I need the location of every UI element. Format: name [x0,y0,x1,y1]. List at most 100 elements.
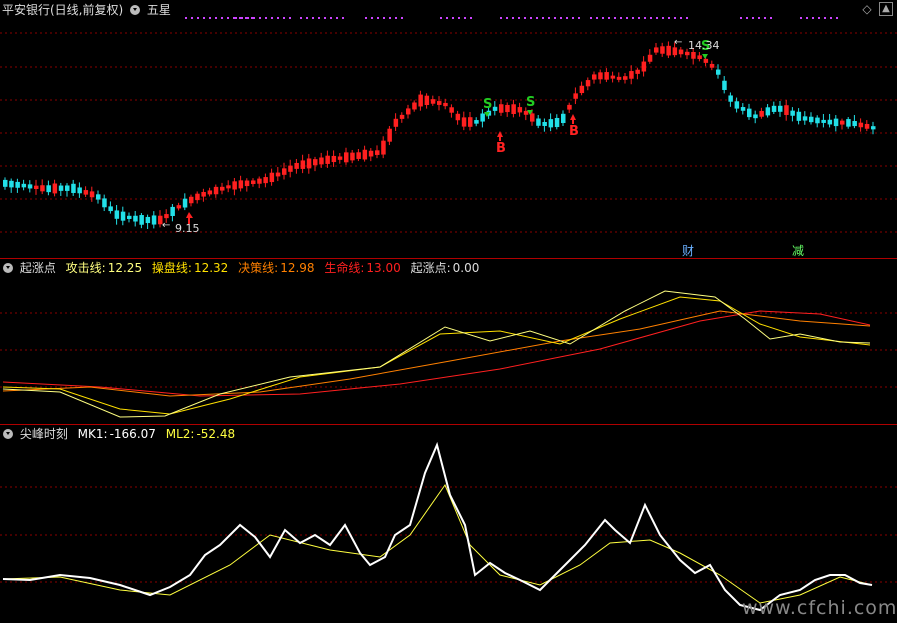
signal-dot [572,17,574,19]
buy-signal-arrow [497,131,503,137]
signal-dot [215,17,217,19]
signal-dot [812,17,814,19]
signal-dot [620,17,622,19]
candle-body [635,69,640,74]
candle-body [548,119,554,128]
candle-body [34,185,39,190]
candle-body [213,186,219,195]
candle-body [554,117,560,128]
candle-body [232,181,237,190]
candle-body [654,47,659,53]
signal-dot [650,17,652,19]
candle-body [604,72,609,80]
panel3-chart[interactable] [0,425,897,623]
signal-dot [209,17,211,19]
signal-dot [662,17,664,19]
signal-dot [500,17,502,19]
signal-dot [221,17,223,19]
signal-dot [289,17,291,19]
candle-body [815,117,820,124]
candle-body [703,58,709,63]
signal-dot [548,17,550,19]
signal-dot [746,17,748,19]
candle-body [3,179,8,187]
signal-dot [336,17,338,19]
candle-body [424,95,430,106]
signal-dot [512,17,514,19]
candle-body [647,54,653,62]
candle-body [852,121,857,127]
signal-dot [626,17,628,19]
candle-body [356,152,361,159]
buy-signal-letter: B [496,141,506,156]
candle-body [722,80,727,90]
finance-badge[interactable]: 财 [680,243,696,259]
high-price-label: 14.34 [688,39,720,52]
signal-dot [602,17,604,19]
sell-signal-arrow [702,54,708,59]
candle-body [15,181,20,188]
signal-dot [300,17,302,19]
candle-body [666,45,671,56]
candle-body [344,152,349,163]
candle-body [120,211,126,221]
signal-dot [377,17,379,19]
candle-body [691,51,696,59]
candle-body [530,113,535,122]
candle-body [170,206,175,216]
candle-body [96,194,101,200]
signal-dot [800,17,802,19]
signal-dot [191,17,193,19]
candle-body [133,215,138,222]
signal-dot [395,17,397,19]
candlesticks [3,41,876,230]
signal-dot [824,17,826,19]
candle-body [108,206,113,212]
candle-body [771,105,777,112]
decision-line [2,310,871,397]
panel2-grid [0,312,897,388]
candle-body [27,184,33,189]
candle-body [864,123,870,129]
candle-body [716,69,721,75]
candle-body [802,116,808,121]
panel2-chart[interactable] [0,259,897,424]
candle-body [821,119,826,123]
signal-dot [389,17,391,19]
candle-body [536,118,541,126]
candle-body [145,216,151,224]
candle-body [492,106,498,111]
candle-body [195,193,200,201]
signal-dot [758,17,760,19]
signal-dot [830,17,832,19]
candle-body [189,196,194,204]
candle-body [672,47,678,56]
candle-body [412,102,417,110]
signal-dot [590,17,592,19]
candle-body [523,110,529,115]
high-price-arrow: ← [674,37,682,48]
candle-body [269,172,275,183]
candle-body [151,215,157,225]
candle-body [40,185,45,192]
candle-body [220,186,225,191]
signal-dot [524,17,526,19]
candle-body [685,51,690,56]
candle-body [58,185,64,191]
signal-dot [253,17,255,19]
signal-dot [680,17,682,19]
signal-dot [227,17,229,19]
candle-body [164,214,169,219]
candle-body [517,107,523,113]
candle-body [52,183,58,194]
reduce-badge[interactable]: 减 [790,243,806,259]
signal-dot [235,17,237,19]
life-line [2,310,871,397]
signal-dot [518,17,520,19]
candle-body [430,99,436,104]
main-chart[interactable]: S SSBB 9.15 ← 14.34 ← [0,0,897,258]
candle-body [846,119,851,127]
candle-body [778,105,783,112]
signal-dot [271,17,273,19]
candle-body [561,113,566,124]
